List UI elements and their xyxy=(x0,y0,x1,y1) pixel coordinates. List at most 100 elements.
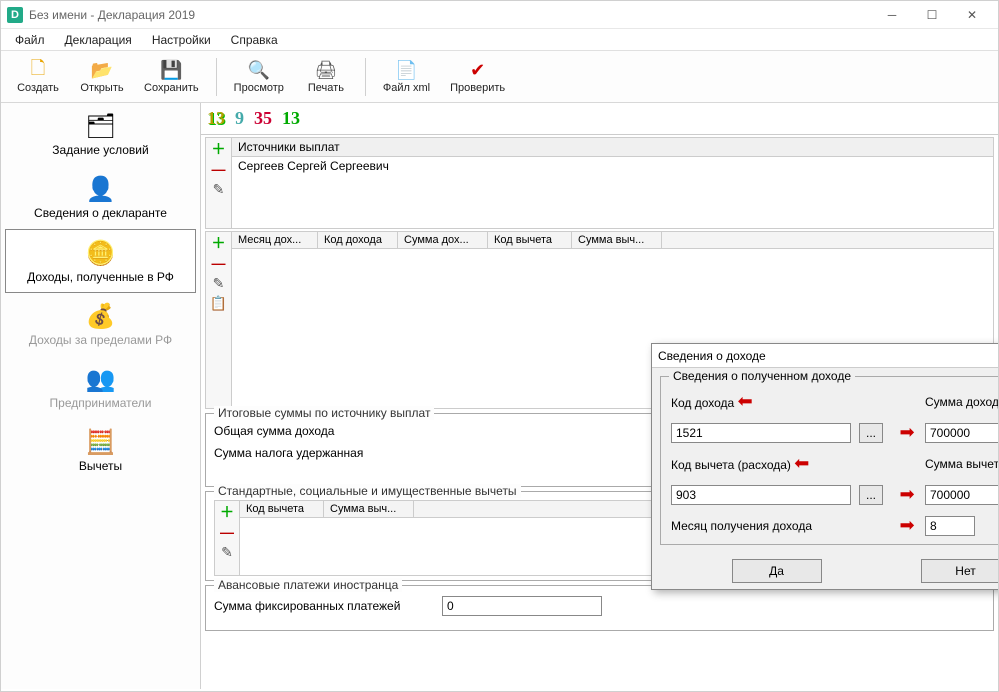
close-window-button[interactable]: ✕ xyxy=(952,3,992,27)
open-label: Открыть xyxy=(80,82,123,94)
edit-source-button[interactable]: ✎ xyxy=(209,180,229,198)
rate-tab-13b[interactable]: 13 xyxy=(282,108,300,129)
edit-deduction-button[interactable]: ✎ xyxy=(217,543,237,561)
minimize-button[interactable]: ─ xyxy=(872,3,912,27)
save-button[interactable]: 💾 Сохранить xyxy=(135,54,208,100)
bag-icon: 💰 xyxy=(85,301,117,331)
th-month[interactable]: Месяц дох... xyxy=(232,232,318,248)
remove-source-button[interactable]: — xyxy=(209,160,229,178)
toolbar-separator xyxy=(365,58,366,96)
title-bar: D Без имени - Декларация 2019 ─ ☐ ✕ xyxy=(1,1,998,29)
tree-icon: 🗂 xyxy=(85,111,117,141)
create-button[interactable]: 🗋 Создать xyxy=(7,54,69,100)
nav-income-rf[interactable]: 🪙 Доходы, полученные в РФ xyxy=(5,229,196,293)
rate-tabs: 13 9 35 13 xyxy=(201,103,998,135)
window-title: Без имени - Декларация 2019 xyxy=(29,8,872,22)
remove-deduction-button[interactable]: — xyxy=(217,523,237,541)
xml-label: Файл xml xyxy=(383,82,430,94)
dialog-cancel-button[interactable]: Нет xyxy=(921,559,999,583)
nav-deductions[interactable]: 🧮 Вычеты xyxy=(1,419,200,482)
briefcase-icon: 👥 xyxy=(85,364,117,394)
side-nav: 🗂 Задание условий 👤 Сведения о декларант… xyxy=(1,103,201,689)
menu-declaration[interactable]: Декларация xyxy=(57,31,140,49)
arrow-left-icon: ⬅ xyxy=(794,453,809,473)
arrow-right-icon: ➡ xyxy=(897,422,917,443)
magnifier-icon: 🔍 xyxy=(247,60,271,82)
toolbar-separator xyxy=(216,58,217,96)
app-icon: D xyxy=(7,7,23,23)
checkmark-icon: ✔ xyxy=(466,60,490,82)
deduction-code-label: Код вычета (расхода) ⬅ xyxy=(671,453,851,474)
folder-open-icon: 📂 xyxy=(90,60,114,82)
nav-income-abroad[interactable]: 💰 Доходы за пределами РФ xyxy=(1,293,200,356)
calculator-icon: 🧮 xyxy=(85,427,117,457)
copy-income-button[interactable]: 📋 xyxy=(209,294,229,312)
rate-tab-13[interactable]: 13 xyxy=(207,108,225,129)
tax-withheld-label: Сумма налога удержанная xyxy=(214,446,363,460)
content-area: 13 9 35 13 ＋ — ✎ Источники выплат Сергее… xyxy=(201,103,998,689)
xml-button[interactable]: 📄 Файл xml xyxy=(374,54,439,100)
preview-button[interactable]: 🔍 Просмотр xyxy=(225,54,293,100)
nav-entrepreneurs-label: Предприниматели xyxy=(50,396,152,410)
arrow-right-icon: ➡ xyxy=(897,515,917,536)
menu-help[interactable]: Справка xyxy=(223,31,286,49)
totals-legend: Итоговые суммы по источнику выплат xyxy=(214,406,434,420)
printer-icon: 🖨 xyxy=(314,60,338,82)
sources-panel: ＋ — ✎ Источники выплат Сергеев Сергей Се… xyxy=(205,137,994,229)
add-source-button[interactable]: ＋ xyxy=(209,140,229,158)
save-label: Сохранить xyxy=(144,82,199,94)
th-ded-code[interactable]: Код вычета xyxy=(240,501,324,517)
preview-label: Просмотр xyxy=(234,82,284,94)
dialog-ok-button[interactable]: Да xyxy=(732,559,822,583)
remove-income-button[interactable]: — xyxy=(209,254,229,272)
th-income-code[interactable]: Код дохода xyxy=(318,232,398,248)
deduction-sum-input[interactable] xyxy=(925,485,998,505)
source-row[interactable]: Сергеев Сергей Сергеевич xyxy=(232,157,993,177)
dialog-title: Сведения о доходе xyxy=(658,349,998,363)
check-button[interactable]: ✔ Проверить xyxy=(441,54,514,100)
income-sum-input[interactable] xyxy=(925,423,998,443)
menu-file[interactable]: Файл xyxy=(7,31,53,49)
check-label: Проверить xyxy=(450,82,505,94)
nav-income-rf-label: Доходы, полученные в РФ xyxy=(27,270,174,284)
add-deduction-button[interactable]: ＋ xyxy=(217,503,237,521)
xml-file-icon: 📄 xyxy=(395,60,419,82)
open-button[interactable]: 📂 Открыть xyxy=(71,54,133,100)
sources-header: Источники выплат xyxy=(232,138,993,157)
edit-income-button[interactable]: ✎ xyxy=(209,274,229,292)
arrow-left-icon: ⬅ xyxy=(738,391,753,411)
deduction-sum-label: Сумма вычета (расхода) xyxy=(925,457,998,471)
month-label: Месяц получения дохода xyxy=(671,519,851,533)
th-deduction-sum[interactable]: Сумма выч... xyxy=(572,232,662,248)
nav-deductions-label: Вычеты xyxy=(79,459,122,473)
create-label: Создать xyxy=(17,82,59,94)
income-code-lookup-button[interactable]: ... xyxy=(859,423,883,443)
income-code-input[interactable] xyxy=(671,423,851,443)
print-button[interactable]: 🖨 Печать xyxy=(295,54,357,100)
nav-conditions[interactable]: 🗂 Задание условий xyxy=(1,103,200,166)
th-ded-sum[interactable]: Сумма выч... xyxy=(324,501,414,517)
advance-label: Сумма фиксированных платежей xyxy=(214,599,434,613)
advance-legend: Авансовые платежи иностранца xyxy=(214,578,402,592)
menu-bar: Файл Декларация Настройки Справка xyxy=(1,29,998,51)
nav-declarant[interactable]: 👤 Сведения о декларанте xyxy=(1,166,200,229)
th-deduction-code[interactable]: Код вычета xyxy=(488,232,572,248)
th-income-sum[interactable]: Сумма дох... xyxy=(398,232,488,248)
deductions-legend: Стандартные, социальные и имущественные … xyxy=(214,484,521,498)
deduction-code-input[interactable] xyxy=(671,485,851,505)
dialog-group-legend: Сведения о полученном доходе xyxy=(669,369,855,383)
advance-group: Авансовые платежи иностранца Сумма фикси… xyxy=(205,585,994,631)
add-income-button[interactable]: ＋ xyxy=(209,234,229,252)
rate-tab-9[interactable]: 9 xyxy=(235,108,244,129)
toolbar: 🗋 Создать 📂 Открыть 💾 Сохранить 🔍 Просмо… xyxy=(1,51,998,103)
arrow-right-icon: ➡ xyxy=(897,484,917,505)
deduction-code-lookup-button[interactable]: ... xyxy=(859,485,883,505)
maximize-button[interactable]: ☐ xyxy=(912,3,952,27)
menu-settings[interactable]: Настройки xyxy=(144,31,219,49)
rate-tab-35[interactable]: 35 xyxy=(254,108,272,129)
advance-input[interactable] xyxy=(442,596,602,616)
nav-entrepreneurs[interactable]: 👥 Предприниматели xyxy=(1,356,200,419)
month-input[interactable] xyxy=(925,516,975,536)
nav-income-abroad-label: Доходы за пределами РФ xyxy=(29,333,172,347)
new-document-icon: 🗋 xyxy=(26,60,50,82)
